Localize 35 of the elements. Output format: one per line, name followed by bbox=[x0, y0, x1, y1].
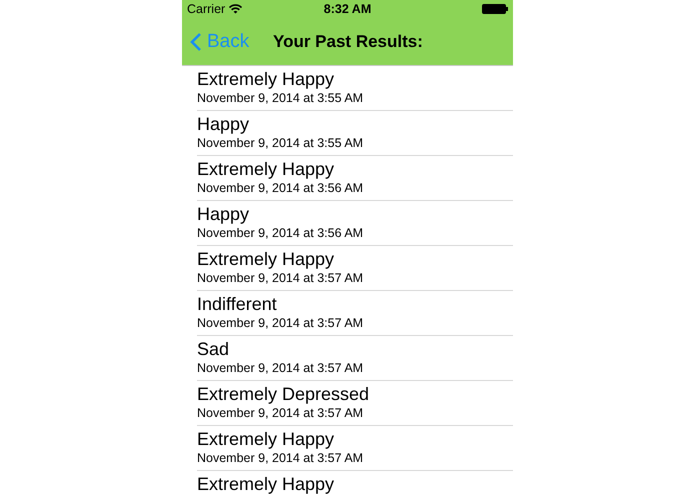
result-date: November 9, 2014 at 3:57 AM bbox=[197, 405, 364, 421]
mood-label: Sad bbox=[197, 339, 230, 360]
result-date: November 9, 2014 at 3:56 AM bbox=[197, 180, 364, 196]
mood-label: Extremely Happy bbox=[197, 159, 336, 180]
mood-label: Extremely Happy bbox=[197, 69, 336, 90]
result-date: November 9, 2014 at 3:55 AM bbox=[197, 90, 364, 106]
result-row[interactable]: Extremely Depressed November 9, 2014 at 3:57 AM bbox=[197, 381, 513, 426]
result-row[interactable]: Extremely Happy bbox=[197, 471, 513, 494]
mood-label: Happy bbox=[197, 114, 250, 135]
status-time: 8:32 AM bbox=[324, 2, 372, 16]
result-row[interactable]: Extremely Happy November 9, 2014 at 3:56 AM bbox=[197, 156, 513, 201]
result-row[interactable]: Extremely Happy November 9, 2014 at 3:55 AM bbox=[197, 66, 513, 111]
result-date: November 9, 2014 at 3:57 AM bbox=[197, 315, 364, 331]
result-date: November 9, 2014 at 3:57 AM bbox=[197, 360, 364, 376]
mood-label: Extremely Happy bbox=[197, 249, 336, 270]
result-row[interactable]: Sad November 9, 2014 at 3:57 AM bbox=[197, 336, 513, 381]
back-chevron-icon bbox=[190, 32, 202, 52]
result-row[interactable]: Happy November 9, 2014 at 3:55 AM bbox=[197, 111, 513, 156]
result-date: November 9, 2014 at 3:56 AM bbox=[197, 225, 364, 241]
result-date: November 9, 2014 at 3:55 AM bbox=[197, 135, 364, 151]
mood-label: Extremely Depressed bbox=[197, 384, 370, 405]
mood-label: Indifferent bbox=[197, 294, 278, 315]
mood-label: Happy bbox=[197, 204, 250, 225]
battery-icon bbox=[482, 4, 508, 14]
result-row[interactable]: Happy November 9, 2014 at 3:56 AM bbox=[197, 201, 513, 246]
result-row[interactable]: Extremely Happy November 9, 2014 at 3:57 AM bbox=[197, 246, 513, 291]
mood-label: Extremely Happy bbox=[197, 474, 336, 494]
result-date: November 9, 2014 at 3:57 AM bbox=[197, 450, 364, 466]
result-row[interactable]: Extremely Happy November 9, 2014 at 3:57 AM bbox=[197, 426, 513, 471]
nav-title: Your Past Results: bbox=[273, 32, 423, 52]
wifi-icon bbox=[229, 4, 242, 14]
result-row[interactable]: Indifferent November 9, 2014 at 3:57 AM bbox=[197, 291, 513, 336]
carrier-name: Carrier bbox=[187, 2, 226, 16]
mood-label: Extremely Happy bbox=[197, 429, 336, 450]
result-date: November 9, 2014 at 3:57 AM bbox=[197, 270, 364, 286]
